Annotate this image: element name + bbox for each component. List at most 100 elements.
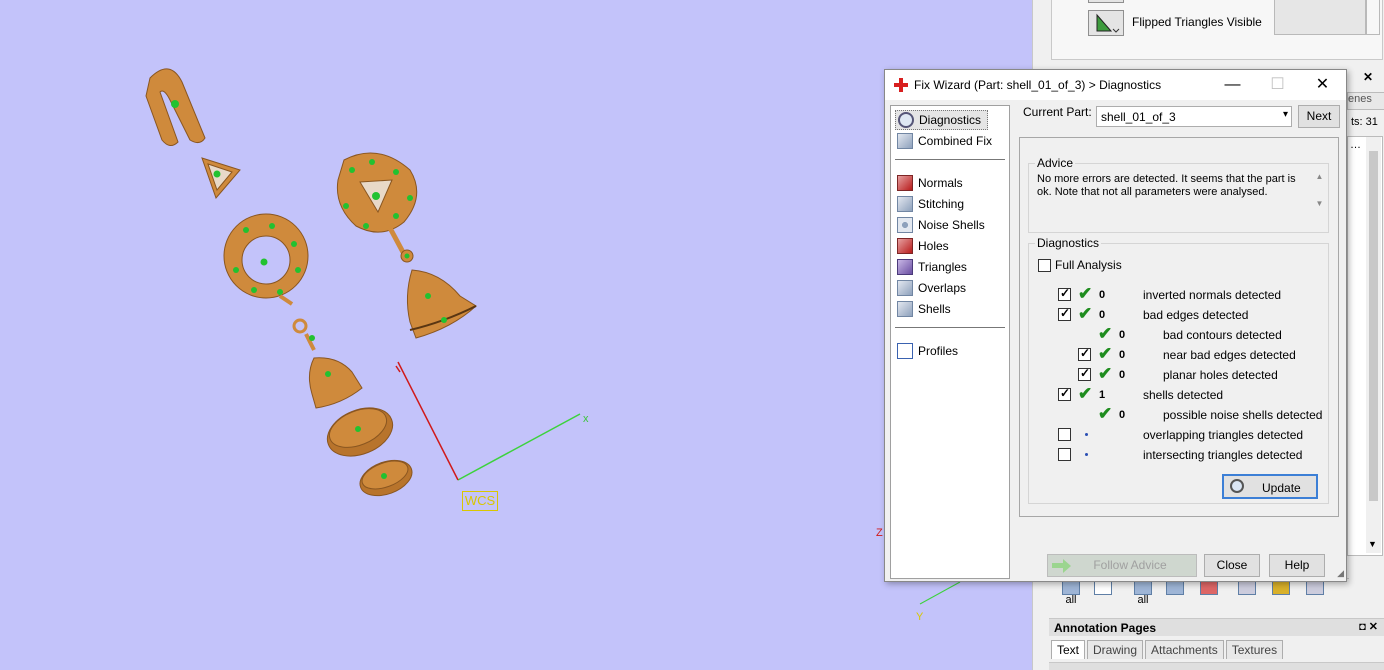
nav-item-normals[interactable]: Normals	[897, 173, 963, 193]
checkmark-icon: ✔	[1098, 344, 1113, 363]
nav-item-shells[interactable]: Shells	[897, 299, 951, 319]
nav-item-overlaps[interactable]: Overlaps	[897, 278, 966, 298]
flipped-triangles-button[interactable]	[1088, 10, 1124, 36]
toolbar-color-button[interactable]	[1195, 581, 1223, 607]
green-arrow-icon	[1052, 559, 1071, 573]
nav-item-diagnostics[interactable]: Diagnostics	[895, 110, 989, 130]
tab-text[interactable]: Text	[1051, 640, 1086, 659]
panel-scrollbar[interactable]	[1366, 0, 1380, 35]
scene-canvas[interactable]: Z Y	[0, 0, 1032, 670]
minimize-button[interactable]: —	[1210, 70, 1255, 100]
inverted-normals-checkbox[interactable]	[1058, 286, 1071, 301]
planar-holes-checkbox[interactable]	[1078, 366, 1091, 381]
resize-grip-icon[interactable]: ◢	[1337, 568, 1344, 579]
nav-item-combined-fix[interactable]: Combined Fix	[897, 131, 992, 151]
toolbar-all-button-2[interactable]: all	[1129, 581, 1157, 607]
scroll-down-icon[interactable]: ▼	[1368, 539, 1377, 549]
nav-item-profiles[interactable]: Profiles	[897, 341, 958, 361]
magnifier-icon	[1230, 479, 1244, 493]
diagnostics-outer-group: Advice No more errors are detected. It s…	[1019, 137, 1339, 517]
wizard-content: Current Part: shell_01_of_3 ▾ Next Advic…	[1017, 105, 1342, 579]
checkmark-icon: ✔	[1098, 404, 1113, 423]
advice-group: Advice No more errors are detected. It s…	[1028, 156, 1329, 233]
nav-item-noise-shells[interactable]: Noise Shells	[897, 215, 985, 235]
small-bell-part	[292, 318, 363, 409]
toolbar-ghost-button[interactable]	[1233, 581, 1261, 607]
bad-edges-label: bad edges detected	[1143, 308, 1249, 322]
toolbar-all-button-1[interactable]: all	[1057, 581, 1085, 607]
toolbar-box-button[interactable]	[1301, 581, 1329, 607]
close-button[interactable]: Close	[1204, 554, 1260, 577]
shells-cube-icon	[897, 301, 913, 317]
maximize-button: ☐	[1270, 76, 1285, 93]
next-button[interactable]: Next	[1298, 105, 1340, 128]
nav-item-stitching[interactable]: Stitching	[897, 194, 964, 214]
bad-edges-checkbox[interactable]	[1058, 306, 1071, 321]
toolbar-plane-button[interactable]	[1267, 581, 1295, 607]
list-scroll-area[interactable]: ▼ …	[1347, 136, 1383, 556]
shells-count: 1	[1099, 389, 1106, 401]
noise-shells-icon	[897, 217, 913, 233]
pendant-top-part	[336, 152, 418, 263]
help-button[interactable]: Help	[1269, 554, 1325, 577]
bad-edges-count: 0	[1099, 309, 1106, 321]
near-bad-edges-count: 0	[1119, 349, 1126, 361]
chevron-down-icon: ▾	[1282, 109, 1288, 120]
partial-button[interactable]	[1088, 0, 1124, 3]
fix-wizard-dialog: Fix Wizard (Part: shell_01_of_3) > Diagn…	[884, 69, 1347, 582]
bad-contours-label: bad contours detected	[1163, 328, 1282, 342]
wcs-label: WCS	[462, 491, 498, 511]
nav-item-triangles[interactable]: Triangles	[897, 257, 967, 277]
x-axis-label: x	[583, 413, 589, 425]
follow-advice-button: Follow Advice	[1047, 554, 1197, 577]
current-part-select[interactable]: shell_01_of_3 ▾	[1096, 106, 1292, 127]
overlapping-triangles-checkbox[interactable]	[1058, 428, 1071, 441]
red-cross-icon	[894, 78, 908, 92]
z-axis-tick	[395, 365, 401, 373]
nav-item-holes[interactable]: Holes	[897, 236, 949, 256]
toolbar-glasses-button[interactable]	[1161, 581, 1189, 607]
annotation-pages-header: Annotation Pages ◘✕	[1049, 618, 1384, 636]
x-axis-line	[457, 413, 581, 481]
dialog-titlebar[interactable]: Fix Wizard (Part: shell_01_of_3) > Diagn…	[885, 70, 1346, 100]
intersecting-triangles-label: intersecting triangles detected	[1143, 448, 1303, 462]
checkmark-icon: ✔	[1078, 304, 1093, 323]
full-analysis-label: Full Analysis	[1055, 258, 1122, 272]
normals-cube-icon	[897, 175, 913, 191]
near-bad-edges-checkbox[interactable]	[1078, 346, 1091, 361]
svg-text:Y: Y	[916, 611, 924, 623]
full-analysis-checkbox[interactable]	[1038, 259, 1051, 272]
advice-scrollbar[interactable]: ▲ ▼	[1313, 172, 1326, 220]
overlapping-triangles-label: overlapping triangles detected	[1143, 428, 1304, 442]
flipped-triangles-label: Flipped Triangles Visible	[1132, 15, 1262, 29]
partial-tab[interactable]: enes	[1347, 92, 1384, 110]
tab-textures[interactable]: Textures	[1225, 640, 1284, 659]
scrollbar-thumb[interactable]	[1369, 151, 1378, 501]
checkmark-icon: ✔	[1078, 384, 1093, 403]
current-part-label: Current Part:	[1023, 105, 1092, 119]
intersecting-triangles-checkbox[interactable]	[1058, 448, 1071, 461]
close-icon[interactable]: ✕	[1363, 70, 1373, 84]
checkmark-icon: ✔	[1098, 364, 1113, 383]
cube-preview	[1274, 0, 1366, 35]
vertical-scrollbar[interactable]: ▼	[1366, 137, 1381, 553]
update-button[interactable]: Update	[1222, 474, 1318, 499]
planar-holes-count: 0	[1119, 369, 1126, 381]
hook-part	[145, 68, 206, 146]
toolbar-check-button[interactable]	[1089, 581, 1117, 607]
shells-checkbox[interactable]	[1058, 386, 1071, 401]
large-bell-part	[406, 269, 477, 339]
tab-drawing[interactable]: Drawing	[1087, 640, 1144, 659]
inverted-normals-count: 0	[1099, 289, 1106, 301]
visibility-panel: Flipped Triangles Visible	[1051, 0, 1383, 60]
shells-label: shells detected	[1143, 388, 1224, 402]
tab-attachments[interactable]: Attachments	[1145, 640, 1224, 659]
near-bad-edges-label: near bad edges detected	[1163, 348, 1296, 362]
not-run-indicator	[1085, 433, 1088, 436]
next-panel-header	[1049, 662, 1384, 670]
profiles-document-icon	[897, 343, 913, 359]
annotation-tabs: Text Drawing Attachments Textures	[1049, 640, 1284, 660]
bad-contours-count: 0	[1119, 329, 1126, 341]
close-window-button[interactable]: ✕	[1300, 70, 1345, 100]
magnifier-icon	[898, 112, 914, 128]
